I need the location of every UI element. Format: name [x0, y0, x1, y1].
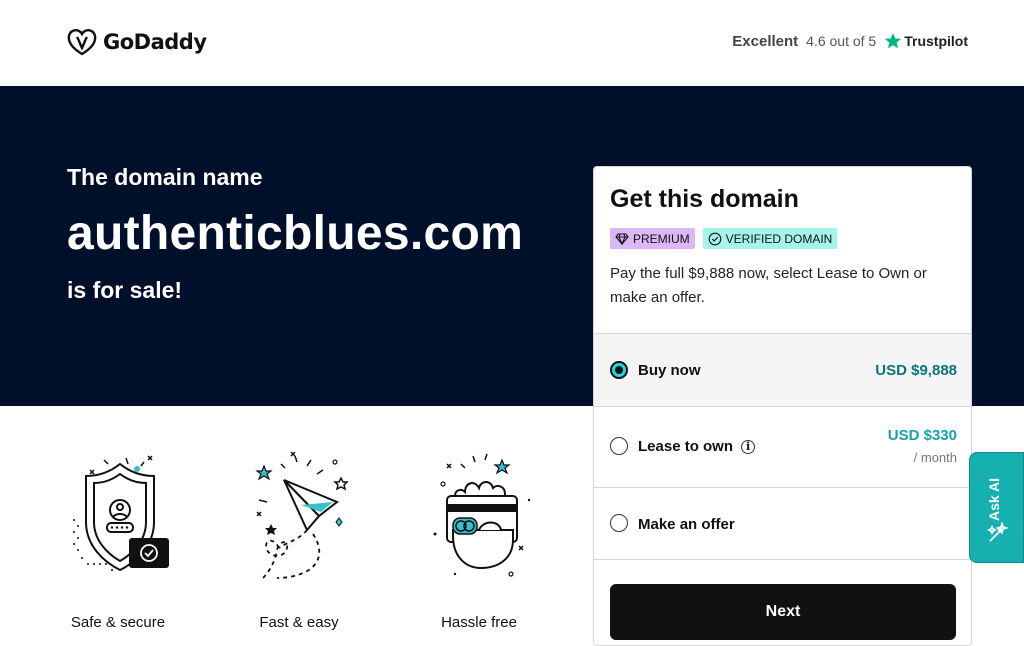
- offer-radio[interactable]: [610, 514, 628, 532]
- premium-badge: PREMIUM: [610, 228, 695, 249]
- lease-price-unit: / month: [913, 450, 957, 465]
- shield-icon: [73, 455, 169, 572]
- lease-label-wrap: Lease to own i: [638, 438, 756, 455]
- logo-text: GoDaddy: [103, 30, 207, 54]
- paper-plane-icon: [255, 451, 349, 579]
- option-label: Buy now: [638, 362, 701, 379]
- verified-badge-label: VERIFIED DOMAIN: [725, 231, 833, 246]
- hero-intro: The domain name: [67, 164, 263, 190]
- lease-radio[interactable]: [610, 437, 628, 455]
- next-button[interactable]: Next: [610, 584, 956, 640]
- badge-row: PREMIUM VERIFIED DOMAIN: [610, 228, 838, 249]
- godaddy-logo[interactable]: GoDaddy: [67, 28, 207, 56]
- godaddy-heart-icon: [67, 29, 97, 56]
- feature-label: Safe & secure: [70, 614, 166, 631]
- domain-name: authenticblues.com: [67, 207, 524, 260]
- trustpilot-text: Trustpilot: [904, 33, 968, 49]
- trustpilot-rating[interactable]: Excellent 4.6 out of 5 Trustpilot: [732, 32, 968, 50]
- purchase-card: Get this domain PREMIUM VERIFIED DOMAIN …: [593, 166, 972, 646]
- feature-label: Hassle free: [441, 614, 517, 631]
- option-buy-now[interactable]: Buy now USD $9,888: [594, 333, 971, 406]
- premium-badge-label: PREMIUM: [633, 231, 690, 246]
- ask-ai-label: Ask AI: [986, 477, 1002, 521]
- hand-card-icon: [433, 453, 531, 577]
- feature-fast-easy: Fast & easy: [229, 450, 369, 631]
- buy-now-price: USD $9,888: [875, 362, 957, 379]
- trustpilot-logo: Trustpilot: [884, 32, 968, 50]
- verified-badge: VERIFIED DOMAIN: [702, 228, 838, 249]
- ask-ai-tab[interactable]: Ask AI: [969, 452, 1024, 563]
- star-icon: [885, 33, 902, 49]
- card-title: Get this domain: [610, 185, 799, 213]
- lease-price: USD $330: [887, 427, 957, 444]
- feature-label: Fast & easy: [259, 614, 339, 631]
- site-header: GoDaddy Excellent 4.6 out of 5 Trustpilo…: [0, 0, 1024, 86]
- verified-check-icon: [708, 232, 722, 245]
- info-icon[interactable]: i: [741, 439, 756, 454]
- feature-hassle-free: Hassle free: [409, 450, 549, 631]
- option-make-offer[interactable]: Make an offer: [594, 487, 971, 560]
- hero-sale-text: is for sale!: [67, 277, 183, 303]
- rating-score: 4.6 out of 5: [806, 33, 877, 49]
- card-description: Pay the full $9,888 now, select Lease to…: [610, 265, 927, 306]
- option-label: Make an offer: [638, 516, 735, 533]
- magic-wand-icon: [986, 521, 1009, 542]
- rating-label: Excellent: [732, 32, 799, 50]
- buy-now-radio[interactable]: [610, 361, 628, 379]
- option-label: Lease to own: [638, 438, 734, 455]
- option-lease-to-own[interactable]: Lease to own i USD $330 / month: [594, 406, 971, 487]
- diamond-icon: [615, 232, 629, 245]
- feature-safe-secure: Safe & secure: [48, 450, 188, 631]
